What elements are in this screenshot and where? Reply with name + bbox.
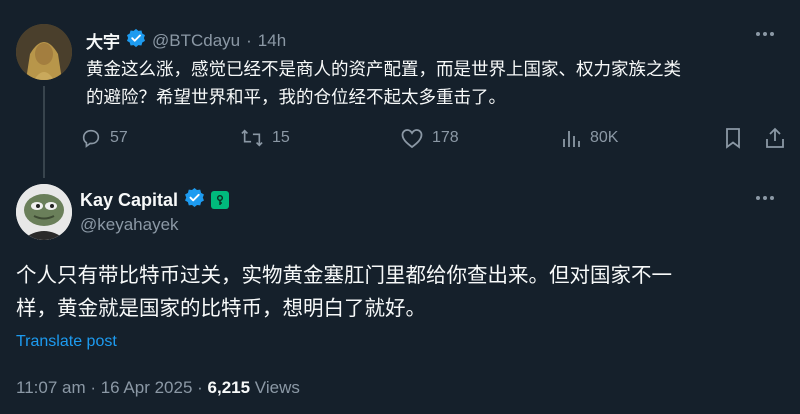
thread-connector-line (43, 86, 45, 178)
repost-button[interactable]: 15 (240, 127, 290, 149)
post-text: 个人只有带比特币过关，实物黄金塞肛门里都给你查出来。但对国家不一 样，黄金就是国… (16, 259, 786, 325)
verified-badge-icon (184, 187, 205, 213)
avatar-image (16, 24, 72, 80)
views-count: 80K (590, 129, 619, 146)
action-bar: 57 15 178 80K (80, 127, 785, 153)
repost-icon (241, 129, 263, 147)
post-timestamp[interactable]: 11:07 am · 16 Apr 2025 · (16, 378, 208, 397)
affiliate-badge-icon[interactable] (211, 191, 230, 209)
reply-icon (82, 129, 100, 148)
like-count: 178 (432, 129, 459, 146)
user-handle[interactable]: @keyahayek (80, 215, 179, 235)
meta-separator: · (246, 30, 252, 50)
post-text-line: 个人只有带比特币过关，实物黄金塞肛门里都给你查出来。但对国家不一 (16, 264, 672, 287)
translate-post-link[interactable]: Translate post (16, 333, 117, 351)
avatar[interactable] (16, 24, 72, 80)
like-icon (401, 129, 423, 149)
bookmark-icon (726, 128, 740, 149)
views-label: Views (250, 378, 300, 397)
avatar-image (16, 184, 72, 240)
post-text: 黄金这么涨，感觉已经不是商人的资产配置，而是世界上国家、权力家族之类 的避险？希… (86, 55, 786, 111)
user-handle[interactable]: @BTCdayu (152, 31, 240, 51)
post-time[interactable]: 14h (258, 31, 286, 51)
avatar[interactable] (16, 184, 72, 240)
reply-button[interactable]: 57 (80, 127, 128, 149)
views-icon (563, 131, 580, 147)
post-meta: 11:07 am · 16 Apr 2025 · 6,215 Views (16, 378, 300, 398)
verified-badge-icon (126, 28, 146, 53)
more-options-icon[interactable] (756, 188, 774, 208)
display-name[interactable]: Kay Capital (80, 190, 178, 211)
like-button[interactable]: 178 (400, 127, 459, 149)
post-text-line: 样，黄金就是国家的比特币，想明白了就好。 (16, 297, 426, 320)
post-text-line: 的避险？希望世界和平，我的仓位经不起太多重击了。 (86, 87, 506, 107)
views-count: 6,215 (207, 378, 251, 397)
repost-count: 15 (272, 129, 290, 146)
more-options-icon[interactable] (756, 24, 774, 44)
share-button[interactable] (764, 127, 786, 149)
display-name[interactable]: 大宇 (86, 28, 120, 53)
post-text-line: 黄金这么涨，感觉已经不是商人的资产配置，而是世界上国家、权力家族之类 (86, 59, 681, 79)
bookmark-button[interactable] (723, 127, 743, 149)
reply-count: 57 (110, 129, 128, 146)
share-icon (766, 127, 784, 148)
views-button[interactable]: 80K (560, 127, 618, 149)
